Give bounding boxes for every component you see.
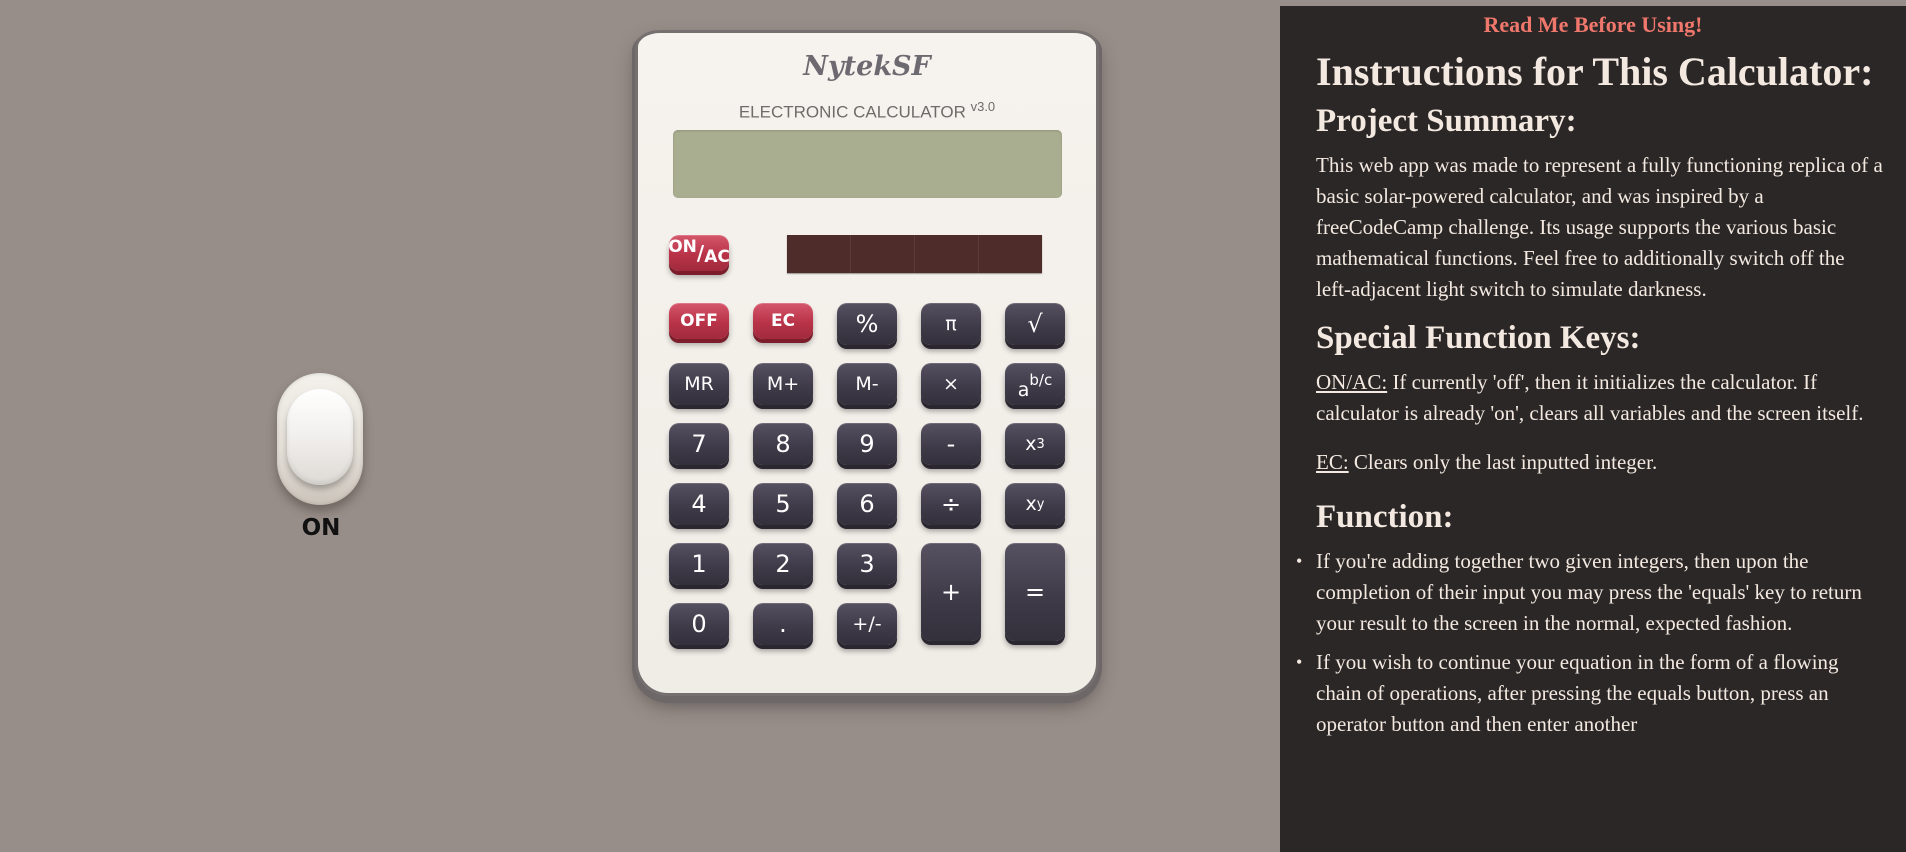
on-ac-text: If currently 'off', then it initializes … [1316, 370, 1864, 425]
on-ac-button[interactable]: ON / AC [668, 235, 730, 271]
light-switch-toggle[interactable] [287, 389, 353, 485]
memory-add-button[interactable]: M+ [753, 363, 813, 405]
digit-9-button[interactable]: 9 [837, 423, 897, 465]
digit-7-button[interactable]: 7 [669, 423, 729, 465]
calculator-body: NytekSF ELECTRONIC CALCULATOR v3.0 ON / AC… [638, 33, 1096, 693]
power-button[interactable]: xy [1005, 483, 1065, 525]
light-switch[interactable]: ON [277, 373, 365, 541]
digit-2-button[interactable]: 2 [753, 543, 813, 585]
memory-recall-button[interactable]: MR [669, 363, 729, 405]
project-summary-text: This web app was made to represent a ful… [1316, 153, 1883, 301]
power-base: x [1025, 493, 1037, 515]
memory-subtract-button[interactable]: M- [837, 363, 897, 405]
cube-base: x [1025, 433, 1037, 455]
cube-exponent: 3 [1036, 436, 1045, 452]
multiply-button[interactable]: × [921, 363, 981, 405]
digit-1-button[interactable]: 1 [669, 543, 729, 585]
percent-button[interactable]: % [837, 303, 897, 345]
instructions-title: Instructions for This Calculator: [1316, 49, 1874, 94]
solar-panel [787, 235, 1042, 273]
minus-button[interactable]: - [921, 423, 981, 465]
fraction-button[interactable]: a b/c [1005, 363, 1065, 405]
light-switch-plate[interactable] [277, 373, 363, 505]
cube-button[interactable]: x3 [1005, 423, 1065, 465]
function-list: If you're adding together two given inte… [1296, 546, 1884, 740]
project-summary-heading: Project Summary: [1316, 103, 1577, 139]
list-item: If you're adding together two given inte… [1296, 546, 1884, 639]
plus-button[interactable]: + [921, 543, 981, 641]
sqrt-button[interactable]: √ [1005, 303, 1065, 345]
on-ac-slash: / [696, 241, 705, 265]
equals-button[interactable]: = [1005, 543, 1065, 641]
off-button[interactable]: OFF [669, 303, 729, 339]
ec-button[interactable]: EC [753, 303, 813, 339]
on-ac-label-on: ON [668, 237, 697, 257]
ec-description: EC: Clears only the last inputted intege… [1316, 447, 1884, 478]
digit-3-button[interactable]: 3 [837, 543, 897, 585]
calculator-model-name: ELECTRONIC CALCULATOR [738, 102, 966, 122]
calculator-version: v3.0 [970, 99, 996, 114]
fraction-a: a [1017, 379, 1030, 401]
special-keys-heading: Special Function Keys: [1316, 320, 1641, 356]
decimal-button[interactable]: . [753, 603, 813, 645]
list-item: If you wish to continue your equation in… [1296, 647, 1884, 740]
calculator-display [673, 130, 1062, 198]
on-ac-description: ON/AC: If currently 'off', then it initi… [1316, 367, 1884, 429]
digit-6-button[interactable]: 6 [837, 483, 897, 525]
digit-0-button[interactable]: 0 [669, 603, 729, 645]
divide-button[interactable]: ÷ [921, 483, 981, 525]
instructions-panel: Read Me Before Using! Instructions for T… [1280, 6, 1906, 852]
function-heading: Function: [1316, 499, 1454, 535]
calculator-model: ELECTRONIC CALCULATOR v3.0 [638, 99, 1096, 123]
digit-5-button[interactable]: 5 [753, 483, 813, 525]
light-switch-label: ON [301, 515, 341, 541]
calculator-brand: NytekSF [803, 51, 931, 82]
plus-minus-button[interactable]: +/- [837, 603, 897, 645]
digit-4-button[interactable]: 4 [669, 483, 729, 525]
ec-term: EC: [1316, 450, 1349, 474]
read-me-notice: Read Me Before Using! [1483, 12, 1703, 37]
on-ac-term: ON/AC: [1316, 370, 1388, 394]
fraction-bc: b/c [1029, 371, 1053, 389]
pi-button[interactable]: π [921, 303, 981, 345]
on-ac-label-ac: AC [704, 247, 730, 267]
power-exponent: y [1036, 496, 1045, 512]
digit-8-button[interactable]: 8 [753, 423, 813, 465]
ec-text: Clears only the last inputted integer. [1348, 450, 1658, 474]
